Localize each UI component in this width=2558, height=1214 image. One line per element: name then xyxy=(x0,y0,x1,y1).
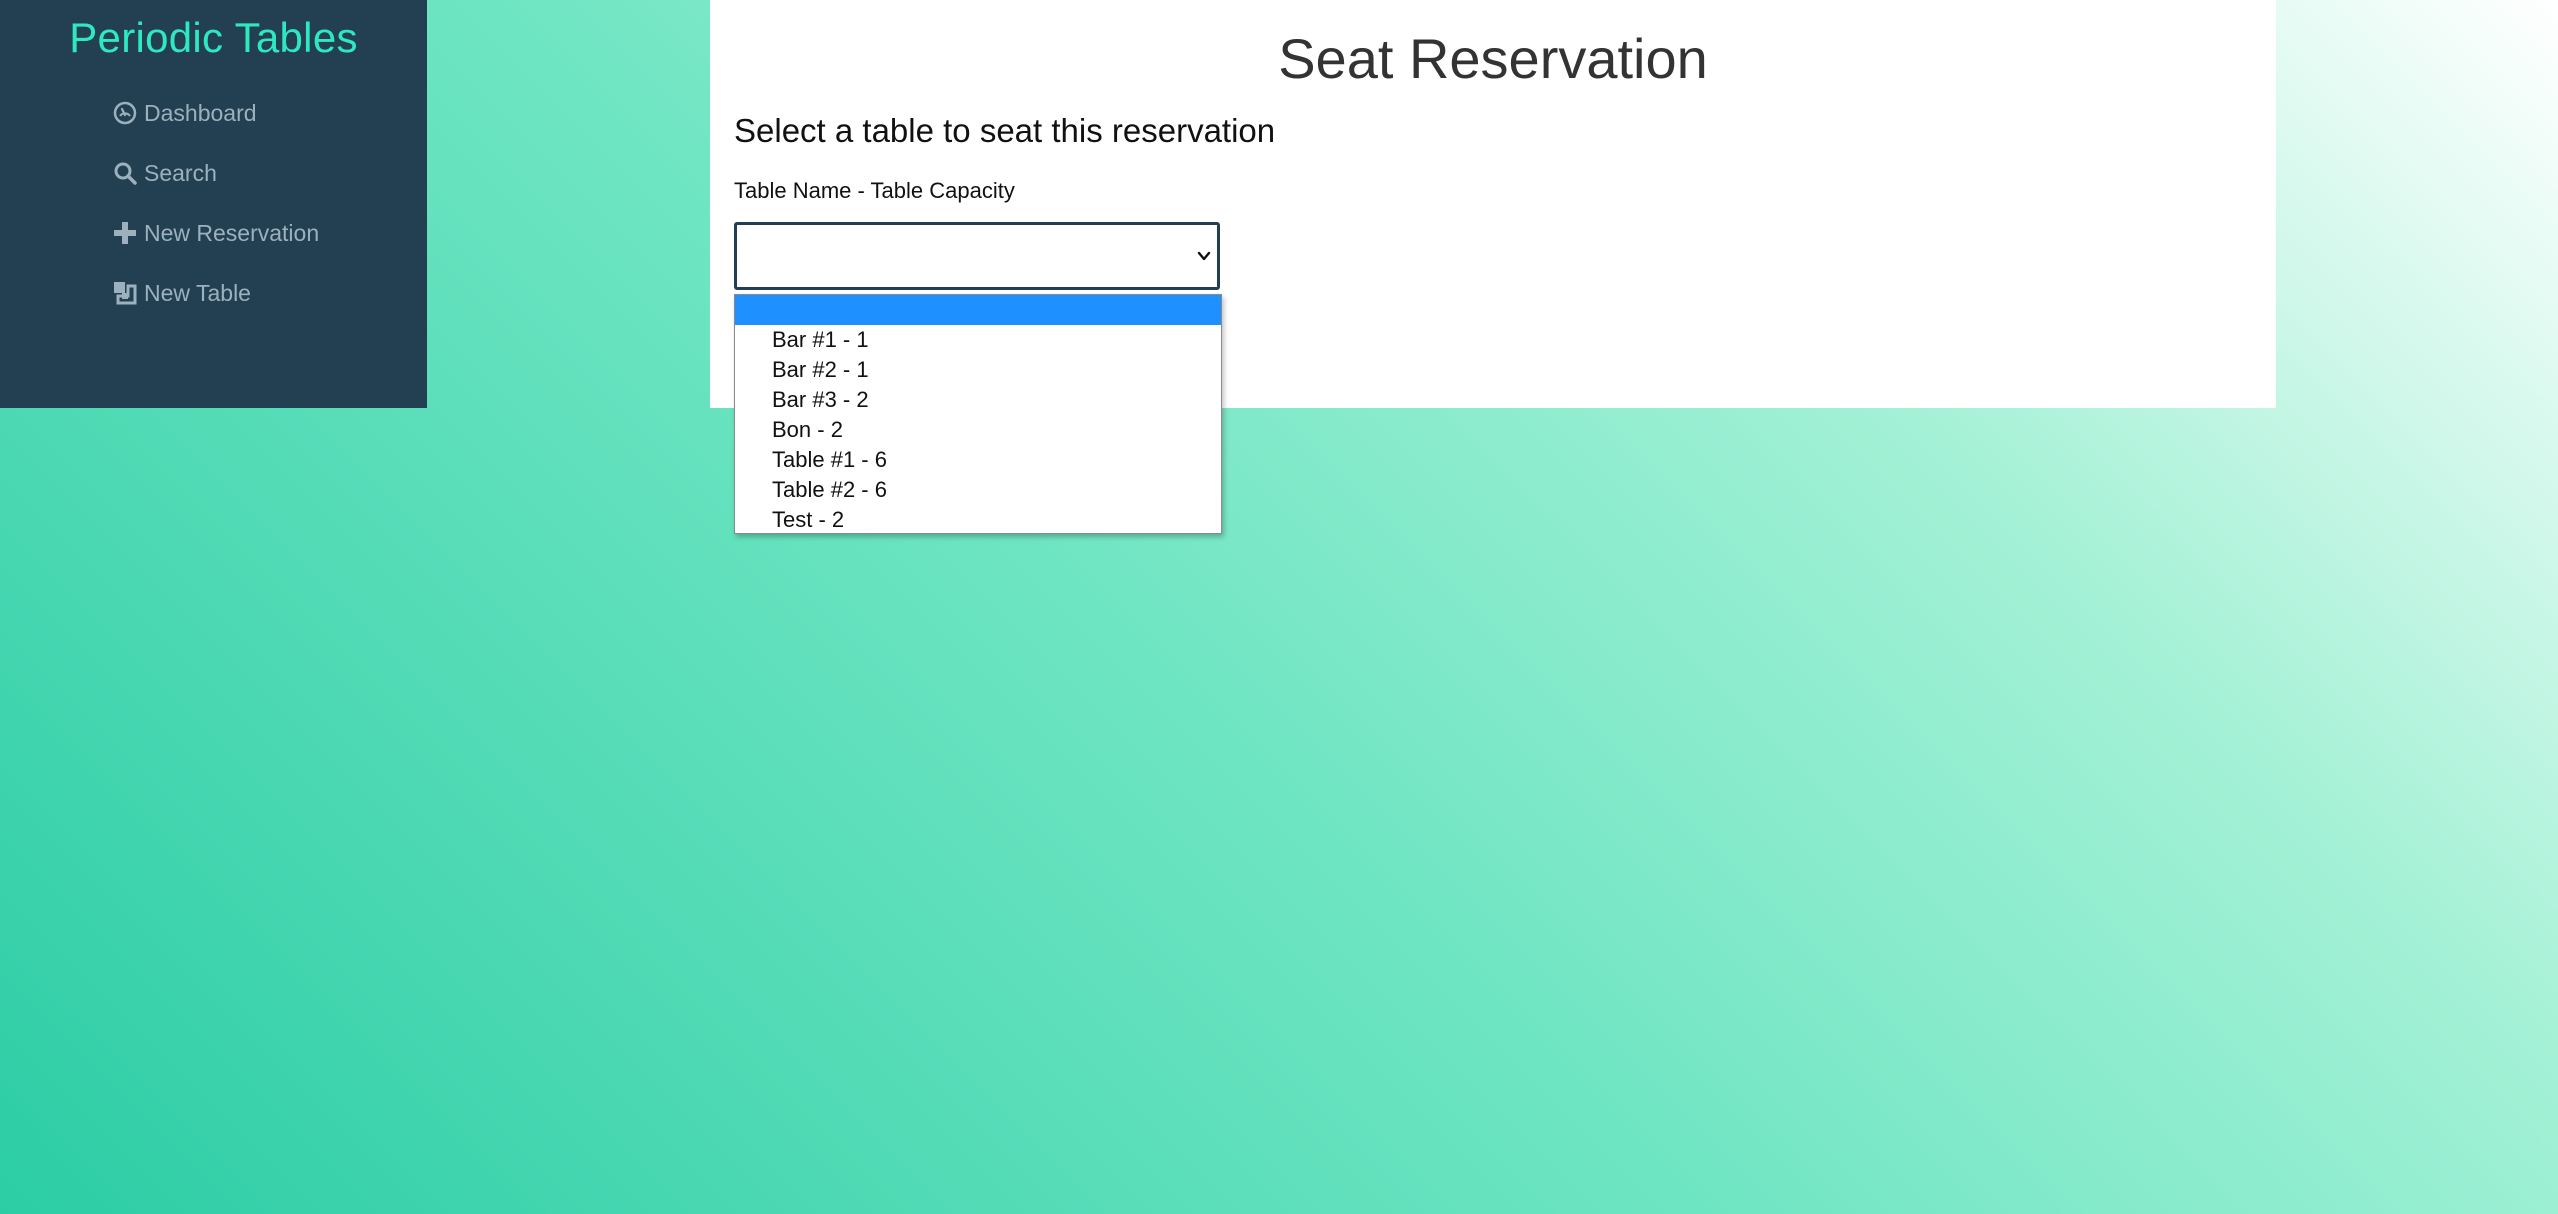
plus-icon xyxy=(112,220,138,246)
sidebar-item-dashboard[interactable]: Dashboard xyxy=(112,95,257,131)
sidebar-item-search[interactable]: Search xyxy=(112,155,217,191)
table-icon xyxy=(112,280,138,306)
table-select-dropdown: Bar #1 - 1 Bar #2 - 1 Bar #3 - 2 Bon - 2… xyxy=(734,294,1222,534)
brand-title[interactable]: Periodic Tables xyxy=(0,14,427,62)
dropdown-option[interactable]: Bar #1 - 1 xyxy=(735,325,1221,355)
dropdown-option[interactable]: Bar #3 - 2 xyxy=(735,385,1221,415)
page-subtitle: Select a table to seat this reservation xyxy=(734,112,1276,149)
dashboard-icon xyxy=(112,100,138,126)
chevron-down-icon xyxy=(1197,249,1211,268)
dropdown-option[interactable]: Bon - 2 xyxy=(735,415,1221,445)
sidebar-item-new-reservation[interactable]: New Reservation xyxy=(112,215,319,251)
dropdown-option[interactable]: Test - 2 xyxy=(735,505,1221,533)
sidebar-item-label: Search xyxy=(144,159,217,186)
dropdown-option[interactable]: Bar #2 - 1 xyxy=(735,355,1221,385)
sidebar-item-label: Dashboard xyxy=(144,99,257,126)
dropdown-option[interactable]: Table #2 - 6 xyxy=(735,475,1221,505)
page-title: Seat Reservation xyxy=(1278,27,1708,90)
sidebar-item-label: New Reservation xyxy=(144,219,320,246)
sidebar: Periodic Tables Dashboard Search New Res… xyxy=(0,0,427,408)
table-select[interactable] xyxy=(734,222,1220,290)
table-select-label: Table Name - Table Capacity xyxy=(734,178,1015,203)
search-icon xyxy=(112,160,138,186)
sidebar-item-label: New Table xyxy=(144,279,251,306)
dropdown-option[interactable]: Table #1 - 6 xyxy=(735,445,1221,475)
sidebar-item-new-table[interactable]: New Table xyxy=(112,275,251,311)
dropdown-option-empty[interactable] xyxy=(735,295,1221,325)
